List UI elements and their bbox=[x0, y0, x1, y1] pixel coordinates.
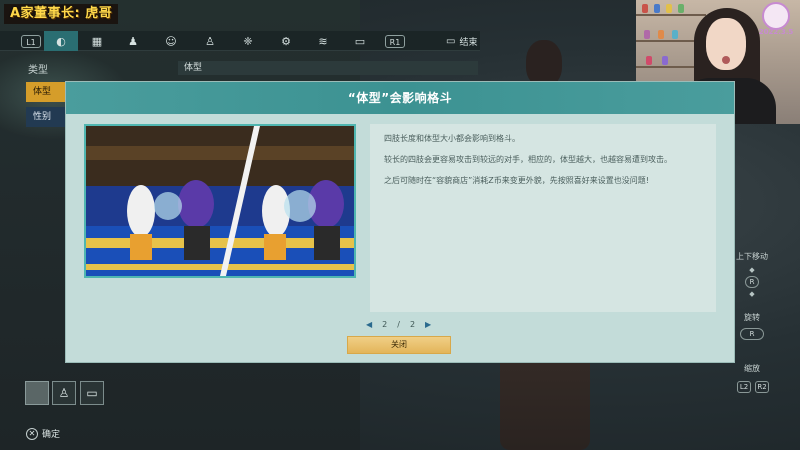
right-stick-rotate-icon: R bbox=[740, 328, 764, 340]
side-tab-gender[interactable]: 性别 bbox=[26, 107, 66, 127]
face-icon: ☺ bbox=[165, 34, 177, 48]
tab-grid[interactable]: ▦ bbox=[80, 31, 114, 51]
right-bumper-hint[interactable]: R1 bbox=[378, 31, 412, 51]
tips-modal: “体型”会影响格斗 四肢长度和体型大小都会影响到格斗。 较长的四肢会更容易攻击到… bbox=[66, 82, 734, 362]
tab-person-settings[interactable]: ◐ bbox=[44, 31, 78, 51]
tab-pose[interactable]: ♙ bbox=[193, 31, 227, 51]
end-label: 结束 bbox=[459, 37, 478, 48]
up-arrow-icon: ◆ bbox=[749, 266, 755, 274]
page-separator: / bbox=[397, 320, 400, 329]
l1-button-icon: L1 bbox=[21, 34, 41, 48]
tab-gear[interactable]: ⚙ bbox=[269, 31, 303, 51]
confirm-hint[interactable]: ✕ 确定 bbox=[26, 427, 60, 440]
figurine bbox=[662, 56, 668, 65]
tab-body[interactable]: ♟ bbox=[116, 31, 150, 51]
card-icon: ▭ bbox=[354, 34, 366, 48]
rotate-hint-label: 旋转 bbox=[744, 313, 760, 322]
close-button[interactable]: 关闭 bbox=[347, 336, 451, 354]
category-value[interactable]: 体型 bbox=[178, 61, 478, 75]
tip-text-panel: 四肢长度和体型大小都会影响到格斗。 较长的四肢会更容易攻击到较远的对手，相应的，… bbox=[370, 124, 716, 312]
grid-icon: ▦ bbox=[91, 34, 103, 48]
shelf bbox=[636, 14, 706, 16]
tab-wave[interactable]: ≋ bbox=[306, 31, 340, 51]
move-hint-label: 上下移动 bbox=[736, 252, 768, 261]
stream-title: A家董事长: 虎哥 bbox=[4, 4, 119, 24]
body-silhouette-icon: ♙ bbox=[58, 386, 70, 400]
l2-button-icon: L2 bbox=[737, 381, 751, 393]
tip-paragraph: 较长的四肢会更容易攻击到较远的对手，相应的，体型越大，也越容易遭到攻击。 bbox=[384, 155, 672, 164]
tab-pattern[interactable]: ❈ bbox=[231, 31, 265, 51]
prev-page-icon[interactable]: ◀ bbox=[366, 320, 372, 329]
side-tab-body-type[interactable]: 体型 bbox=[26, 82, 66, 102]
person-settings-icon: ◐ bbox=[56, 34, 66, 48]
r2-button-icon: R2 bbox=[755, 381, 769, 393]
figurine bbox=[678, 4, 684, 13]
streamer-mouth bbox=[722, 56, 730, 64]
figurine bbox=[672, 30, 678, 39]
figurine bbox=[646, 56, 652, 65]
left-bumper-hint[interactable]: L1 bbox=[14, 31, 48, 51]
zoom-hint-label: 缩放 bbox=[744, 364, 760, 373]
tip-paragraph: 之后可随时在“容貌商店”消耗Z币来变更外貌，先按照喜好来设置也没问题! bbox=[384, 176, 649, 185]
logo-text: 2022.3.5 bbox=[758, 28, 794, 36]
figurine bbox=[642, 4, 648, 13]
next-page-icon[interactable]: ▶ bbox=[425, 320, 431, 329]
gear-icon: ⚙ bbox=[281, 34, 291, 48]
pose-icon: ♙ bbox=[205, 34, 215, 48]
body-icon: ♟ bbox=[128, 34, 138, 48]
figurine bbox=[654, 4, 660, 13]
touchpad-icon: ▭ bbox=[446, 35, 456, 47]
end-button[interactable]: ▭ 结束 bbox=[446, 31, 477, 51]
confirm-label: 确定 bbox=[42, 430, 61, 440]
page-indicator: ◀ 2 / 2 ▶ bbox=[366, 320, 431, 329]
fight-scene-illustration bbox=[86, 126, 354, 276]
preset-body[interactable]: ♙ bbox=[52, 381, 76, 405]
cross-button-icon: ✕ bbox=[26, 427, 38, 440]
preset-swatch-selected[interactable] bbox=[25, 381, 49, 405]
wave-icon: ≋ bbox=[318, 34, 328, 48]
tip-illustration bbox=[84, 124, 356, 278]
figurine bbox=[644, 30, 650, 39]
modal-title: “体型”会影响格斗 bbox=[66, 82, 734, 114]
figurine bbox=[666, 4, 672, 13]
shorts-icon: ▭ bbox=[86, 386, 98, 400]
category-label: 类型 bbox=[28, 65, 48, 76]
r1-button-icon: R1 bbox=[384, 34, 406, 48]
right-stick-move-icon: R bbox=[745, 276, 759, 288]
page-total: 2 bbox=[409, 320, 416, 329]
preset-outfit[interactable]: ▭ bbox=[80, 381, 104, 405]
logo-circle-icon bbox=[762, 2, 790, 30]
down-arrow-icon: ◆ bbox=[749, 290, 755, 298]
tip-paragraph: 四肢长度和体型大小都会影响到格斗。 bbox=[384, 134, 520, 143]
tab-card[interactable]: ▭ bbox=[343, 31, 377, 51]
tab-face[interactable]: ☺ bbox=[154, 31, 188, 51]
customization-tab-bar: L1 ◐ ▦ ♟ ☺ ♙ ❈ ⚙ ≋ ▭ R1 bbox=[0, 31, 480, 51]
pattern-icon: ❈ bbox=[243, 34, 253, 48]
figurine bbox=[658, 30, 664, 39]
channel-logo: 2022.3.5 bbox=[756, 2, 796, 38]
page-current: 2 bbox=[382, 320, 388, 329]
